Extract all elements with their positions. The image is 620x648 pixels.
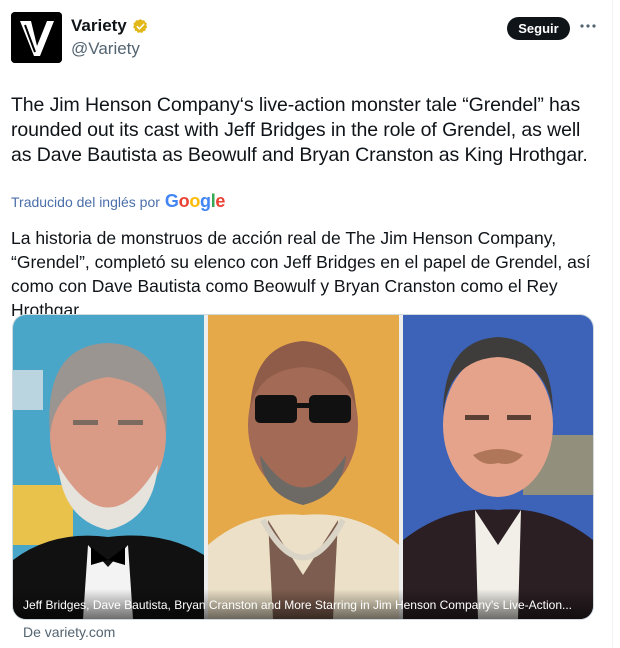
variety-logo-icon [11, 12, 62, 63]
follow-button[interactable]: Seguir [507, 17, 570, 40]
verified-badge-icon [132, 18, 147, 33]
author-handle[interactable]: @Variety [71, 39, 140, 59]
translated-text: La historia de monstruos de acción real … [11, 228, 591, 320]
photo-bryan-cranston [403, 315, 593, 619]
link-card-caption[interactable]: Jeff Bridges, Dave Bautista, Bryan Crans… [23, 598, 583, 612]
author-name-row[interactable]: Variety [71, 16, 149, 36]
link-source[interactable]: De variety.com [23, 624, 115, 640]
google-logo: Google [164, 191, 226, 211]
tweet-text: The Jim Henson Company‘s live-action mon… [11, 94, 588, 166]
photo-jeff-bridges [13, 315, 204, 619]
translation-attribution[interactable]: Traducido del inglés por Google [11, 191, 225, 212]
author-name[interactable]: Variety [71, 16, 127, 36]
translation-label[interactable]: Traducido del inglés por [11, 194, 160, 210]
tweet-card: Variety @Variety Seguir The Jim Henson C… [0, 0, 613, 648]
more-options-icon[interactable] [578, 16, 598, 36]
photo-dave-bautista [208, 315, 399, 619]
avatar[interactable] [11, 12, 62, 63]
link-card-media[interactable]: Jeff Bridges, Dave Bautista, Bryan Crans… [12, 314, 594, 620]
